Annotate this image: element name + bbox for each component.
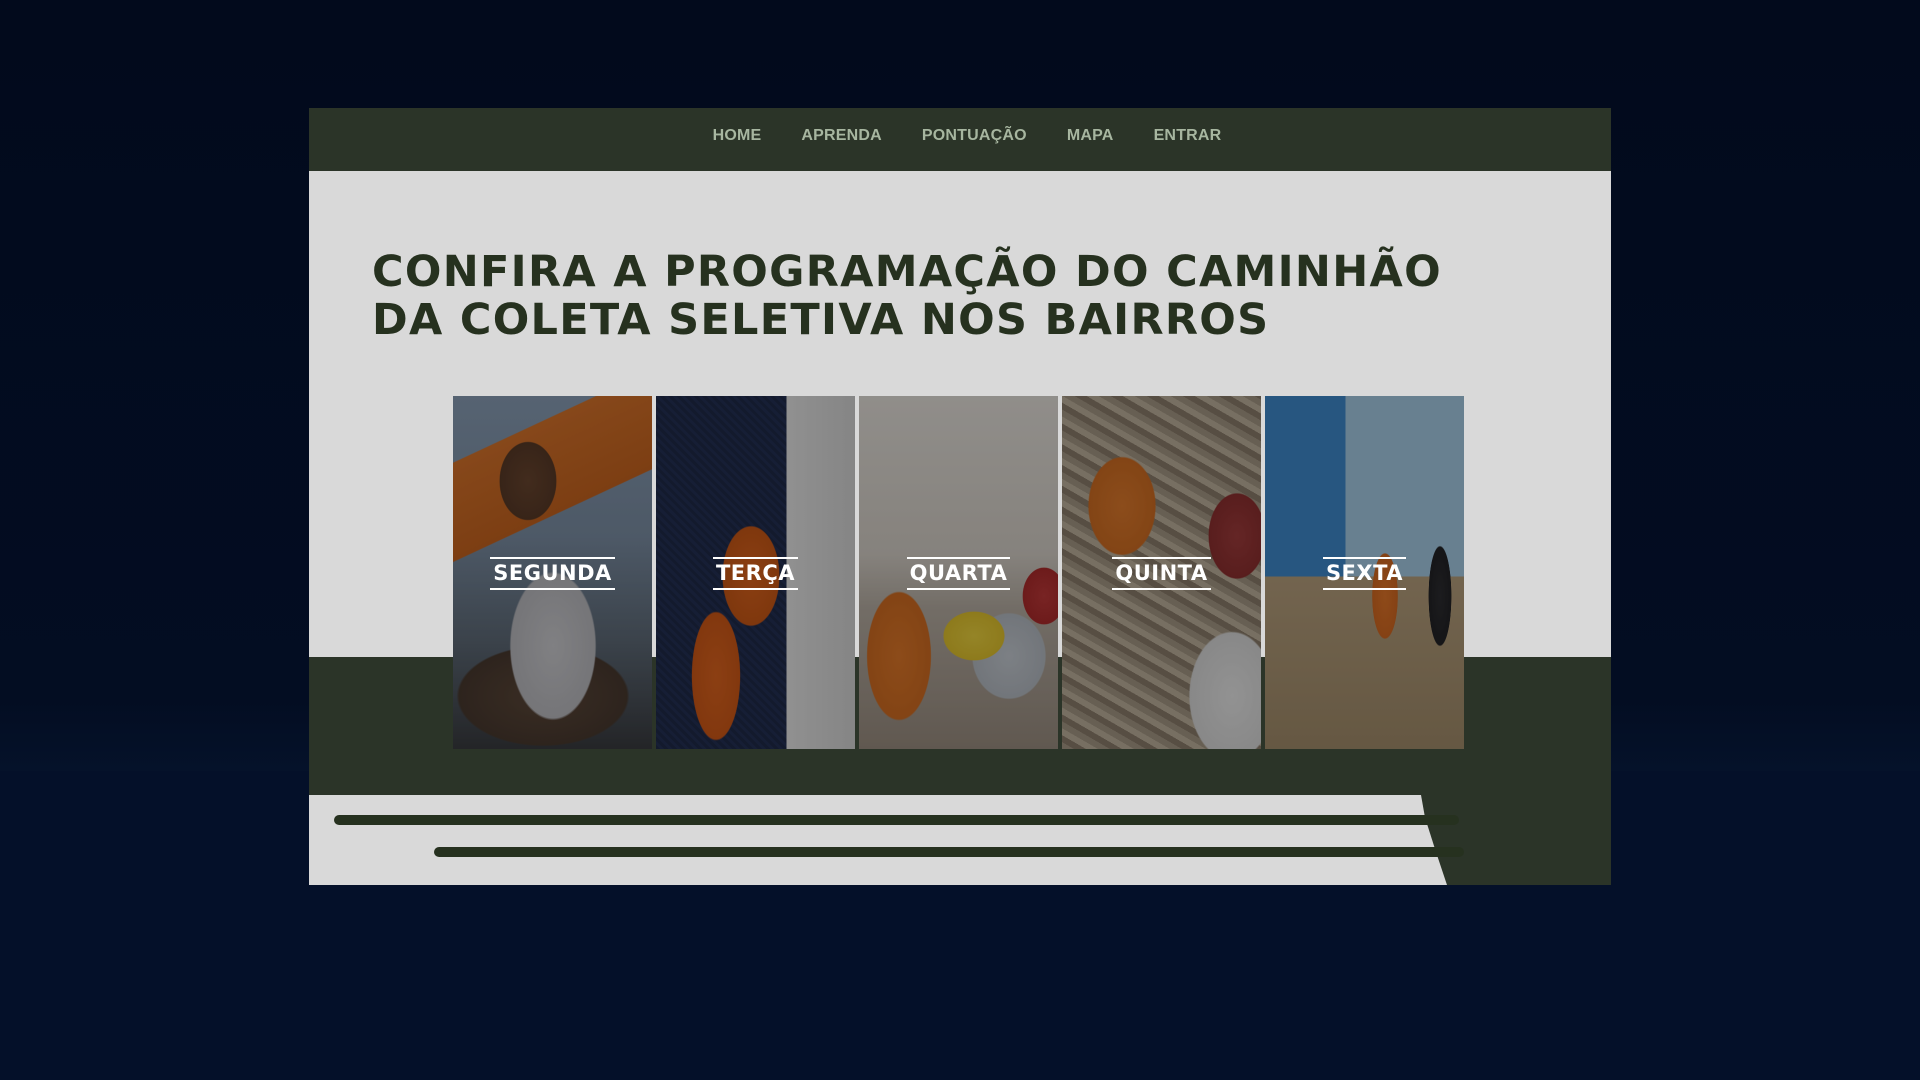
nav-item-mapa[interactable]: MAPA [1067,127,1114,145]
decorative-stripe [434,847,1464,857]
page-title: CONFIRA A PROGRAMAÇÃO DO CAMINHÃO DA COL… [372,248,1522,344]
footer-area [309,795,1611,885]
nav-item-home[interactable]: HOME [713,127,762,145]
day-label: QUINTA [1112,557,1211,590]
day-label: SEGUNDA [490,557,615,590]
weekday-cards: SEGUNDA TERÇA QUARTA QUINTA SEXTA [453,396,1464,749]
day-card-sexta[interactable]: SEXTA [1265,396,1464,749]
day-card-terca[interactable]: TERÇA [656,396,855,749]
day-card-quarta[interactable]: QUARTA [859,396,1058,749]
footer-corner-shape [1421,795,1611,885]
day-card-quinta[interactable]: QUINTA [1062,396,1261,749]
top-navbar: HOME APRENDA PONTUAÇÃO MAPA ENTRAR [309,108,1611,171]
nav-item-entrar[interactable]: ENTRAR [1154,127,1222,145]
day-card-segunda[interactable]: SEGUNDA [453,396,652,749]
day-label: TERÇA [712,557,798,590]
web-page: HOME APRENDA PONTUAÇÃO MAPA ENTRAR CONFI… [309,108,1611,885]
page-title-line-1: CONFIRA A PROGRAMAÇÃO DO CAMINHÃO [372,247,1442,297]
decorative-stripe [334,815,1459,825]
day-label: SEXTA [1322,557,1407,590]
nav-menu: HOME APRENDA PONTUAÇÃO MAPA ENTRAR [713,127,1222,145]
nav-item-aprenda[interactable]: APRENDA [801,127,882,145]
page-title-line-2: DA COLETA SELETIVA NOS BAIRROS [372,295,1270,345]
day-label: QUARTA [906,557,1011,590]
nav-item-pontuacao[interactable]: PONTUAÇÃO [922,127,1027,145]
